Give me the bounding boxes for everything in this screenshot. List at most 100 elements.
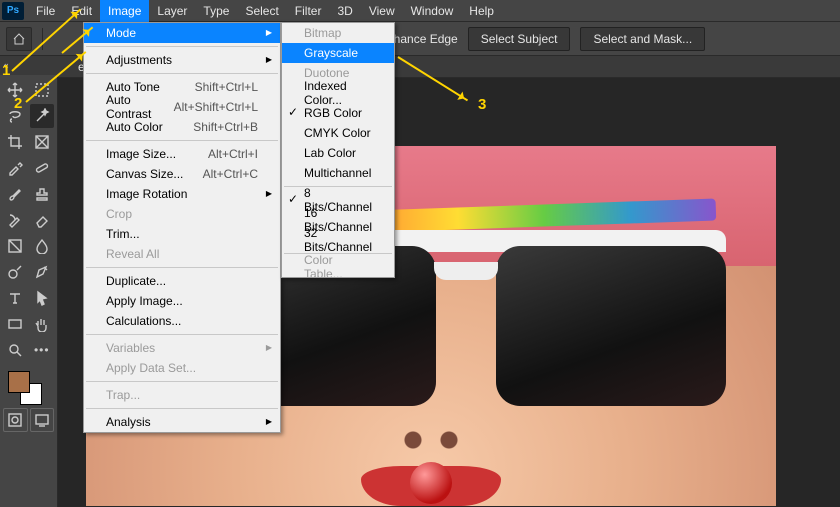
mode-menu-color-table: Color Table... — [282, 257, 394, 277]
menu-select[interactable]: Select — [237, 0, 286, 22]
image-menu-trap: Trap... — [84, 385, 280, 405]
image-menu-dropdown: ModeAdjustmentsAuto ToneShift+Ctrl+LAuto… — [83, 22, 281, 433]
app-logo: Ps — [2, 2, 24, 20]
image-menu-adjustments[interactable]: Adjustments — [84, 50, 280, 70]
ellipsis-icon: ••• — [34, 343, 50, 357]
image-menu-reveal-all: Reveal All — [84, 244, 280, 264]
menu-item-label: CMYK Color — [304, 126, 371, 140]
frame-icon — [34, 134, 50, 150]
marquee-tool[interactable] — [30, 78, 55, 102]
crop-icon — [7, 134, 23, 150]
history-brush-tool[interactable] — [3, 208, 28, 232]
mode-menu-cmyk-color[interactable]: CMYK Color — [282, 123, 394, 143]
mode-menu-32-bits-channel[interactable]: 32 Bits/Channel — [282, 230, 394, 250]
foreground-swatch[interactable] — [8, 371, 30, 393]
mode-menu-lab-color[interactable]: Lab Color — [282, 143, 394, 163]
menu-window[interactable]: Window — [403, 0, 462, 22]
brush-tool[interactable] — [3, 182, 28, 206]
mode-menu-indexed-color[interactable]: Indexed Color... — [282, 83, 394, 103]
menu-file[interactable]: File — [28, 0, 63, 22]
menu-item-label: Trim... — [106, 227, 140, 241]
screen-mode-button[interactable] — [30, 408, 55, 432]
move-icon — [7, 82, 23, 98]
menu-separator — [86, 334, 278, 335]
menu-item-label: Lab Color — [304, 146, 356, 160]
menu-filter[interactable]: Filter — [287, 0, 330, 22]
image-menu-image-rotation[interactable]: Image Rotation — [84, 184, 280, 204]
shape-tool[interactable] — [3, 312, 28, 336]
eraser-tool[interactable] — [30, 208, 55, 232]
menu-item-label: Reveal All — [106, 247, 159, 261]
mode-menu-multichannel[interactable]: Multichannel — [282, 163, 394, 183]
lasso-tool[interactable] — [3, 104, 28, 128]
menu-item-label: Grayscale — [304, 46, 358, 60]
hand-icon — [34, 316, 50, 332]
image-menu-canvas-size[interactable]: Canvas Size...Alt+Ctrl+C — [84, 164, 280, 184]
lasso-icon — [7, 108, 23, 124]
panel-expand-handle[interactable]: « — [0, 57, 12, 73]
magnifier-icon — [7, 342, 23, 358]
image-menu-mode[interactable]: Mode — [84, 23, 280, 43]
menu-help[interactable]: Help — [461, 0, 502, 22]
menu-separator — [86, 381, 278, 382]
menu-item-label: Image Rotation — [106, 187, 187, 201]
quick-mask-toggle[interactable] — [3, 408, 28, 432]
brush-icon — [7, 186, 23, 202]
hand-tool[interactable] — [30, 312, 55, 336]
mode-menu-rgb-color[interactable]: RGB Color — [282, 103, 394, 123]
blur-tool[interactable] — [30, 234, 55, 258]
eyedropper-tool[interactable] — [3, 156, 28, 180]
path-selection-tool[interactable] — [30, 286, 55, 310]
color-swatches[interactable] — [2, 369, 55, 403]
menu-item-shortcut: Shift+Ctrl+B — [193, 120, 258, 134]
crop-tool[interactable] — [3, 130, 28, 154]
menu-item-label: Apply Data Set... — [106, 361, 196, 375]
droplet-icon — [34, 238, 50, 254]
menu-view[interactable]: View — [361, 0, 403, 22]
mode-menu-bitmap: Bitmap — [282, 23, 394, 43]
pen-icon — [34, 264, 50, 280]
home-button[interactable] — [6, 27, 32, 51]
image-menu-trim[interactable]: Trim... — [84, 224, 280, 244]
quick-selection-tool[interactable] — [30, 104, 55, 128]
select-subject-button[interactable]: Select Subject — [468, 27, 571, 51]
menu-separator — [86, 73, 278, 74]
menu-item-label: Multichannel — [304, 166, 371, 180]
menu-item-label: Auto Color — [106, 120, 163, 134]
image-menu-auto-color[interactable]: Auto Color Shift+Ctrl+B — [84, 117, 280, 137]
menu-edit[interactable]: Edit — [63, 0, 100, 22]
mode-menu-grayscale[interactable]: Grayscale — [282, 43, 394, 63]
toolbox: ••• — [0, 75, 58, 507]
image-menu-apply-data-set: Apply Data Set... — [84, 358, 280, 378]
image-menu-duplicate[interactable]: Duplicate... — [84, 271, 280, 291]
menu-3d[interactable]: 3D — [329, 0, 360, 22]
move-tool[interactable] — [3, 78, 28, 102]
menu-item-label: Trap... — [106, 388, 140, 402]
image-menu-analysis[interactable]: Analysis — [84, 412, 280, 432]
zoom-tool[interactable] — [3, 338, 28, 362]
image-menu-apply-image[interactable]: Apply Image... — [84, 291, 280, 311]
image-menu-variables: Variables — [84, 338, 280, 358]
menu-type[interactable]: Type — [195, 0, 237, 22]
healing-brush-tool[interactable] — [30, 156, 55, 180]
menu-item-label: 32 Bits/Channel — [304, 226, 372, 254]
frame-tool[interactable] — [30, 130, 55, 154]
clone-stamp-tool[interactable] — [30, 182, 55, 206]
dodge-tool[interactable] — [3, 260, 28, 284]
marquee-icon — [34, 82, 50, 98]
menu-image[interactable]: Image — [100, 0, 149, 22]
arrow-cursor-icon — [34, 290, 50, 306]
menu-layer[interactable]: Layer — [149, 0, 195, 22]
menu-item-label: Calculations... — [106, 314, 181, 328]
image-menu-auto-contrast[interactable]: Auto ContrastAlt+Shift+Ctrl+L — [84, 97, 280, 117]
image-menu-image-size[interactable]: Image Size...Alt+Ctrl+I — [84, 144, 280, 164]
menubar: Ps File Edit Image Layer Type Select Fil… — [0, 0, 840, 22]
image-menu-calculations[interactable]: Calculations... — [84, 311, 280, 331]
pen-tool[interactable] — [30, 260, 55, 284]
gradient-tool[interactable] — [3, 234, 28, 258]
type-tool[interactable] — [3, 286, 28, 310]
eraser-icon — [34, 212, 50, 228]
edit-toolbar-button[interactable]: ••• — [30, 338, 55, 362]
select-and-mask-button[interactable]: Select and Mask... — [580, 27, 705, 51]
gradient-icon — [7, 238, 23, 254]
